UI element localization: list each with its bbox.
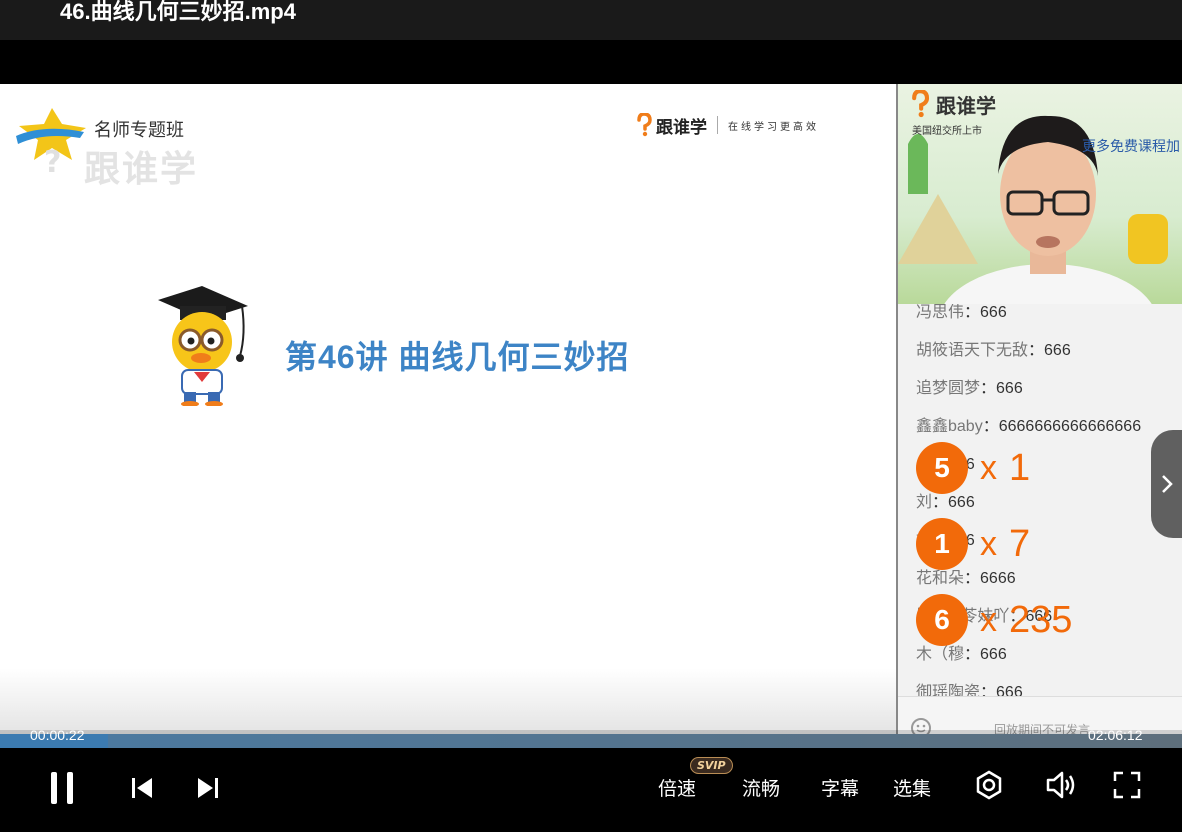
chat-text: 666 (980, 646, 1007, 663)
video-frame[interactable]: ? 名师专题班 跟谁学 跟谁学 在线学习更高效 第46讲 曲线几何三妙招 跟谁学… (0, 84, 1182, 748)
graduate-mascot-icon (158, 286, 248, 406)
fullscreen-icon[interactable] (1113, 771, 1141, 799)
previous-icon[interactable] (130, 776, 154, 800)
combo-count: 7 (1009, 522, 1031, 565)
combo-badge: 6 (916, 594, 968, 646)
chat-message: 御瑶陶瓷：666 (916, 678, 1023, 696)
target-settings-icon[interactable] (974, 770, 1004, 800)
chat-text: 666 (996, 684, 1023, 696)
chat-user-name: 花和朵 (916, 570, 965, 587)
combo-badge: 1 (916, 518, 968, 570)
chevron-right-icon (1161, 475, 1173, 493)
combo-badge: 5 (916, 442, 968, 494)
live-subtitle: 美国纽交所上市 (912, 126, 982, 137)
chat-message: 鑫鑫baby：6666666666666666 (916, 412, 1141, 436)
chat-colon: ： (980, 380, 997, 397)
progress-bar[interactable] (0, 730, 1182, 748)
quality-button[interactable]: 流畅 (742, 774, 780, 801)
chat-text: 6666 (980, 570, 1016, 587)
lecture-slide: ? 名师专题班 跟谁学 跟谁学 在线学习更高效 第46讲 曲线几何三妙招 (0, 84, 896, 748)
episodes-button[interactable]: 选集 (893, 774, 931, 801)
combo-multiplier: x (980, 524, 997, 563)
star-mascot-icon: ? (16, 108, 86, 180)
combo-count: 1 (1009, 446, 1031, 489)
chat-user-name: 追梦圆梦 (916, 380, 981, 397)
subtitle-button[interactable]: 字幕 (821, 774, 859, 801)
speed-button[interactable]: 倍速 (658, 774, 696, 801)
chat-colon: ： (964, 304, 981, 321)
gift-combo: 6 x 235 (916, 594, 1072, 646)
chat-message: 胡筱语天下无敌：666 (916, 336, 1071, 360)
program-label: 名师专题班 (94, 120, 184, 140)
live-panel: 跟谁学 美国纽交所上市 更多免费课程加 冯思伟：666 胡筱语天下无敌：666 追梦… (896, 84, 1182, 748)
control-bar: 倍速 SVIP 流畅 字幕 选集 (0, 748, 1182, 832)
chat-message: 追梦圆梦：666 (916, 374, 1023, 398)
brand-watermark: 跟谁学 (84, 149, 199, 190)
chat-user-name: 鑫鑫baby (916, 418, 983, 435)
next-icon[interactable] (196, 776, 220, 800)
promo-text: 更多免费课程加 (1082, 139, 1180, 155)
combo-count: 235 (1009, 598, 1073, 641)
progress-track (0, 734, 1182, 748)
program-logo: ? 名师专题班 跟谁学 (14, 106, 214, 190)
chat-text: 666 (996, 380, 1023, 397)
expand-panel-button[interactable] (1151, 430, 1182, 538)
brand-slogan: 在线学习更高效 (728, 121, 819, 133)
chat-message: 冯思伟：666 (916, 304, 1007, 322)
chat-user-name: 冯思伟 (916, 304, 965, 321)
chat-user-name: 胡筱语天下无敌 (916, 342, 1029, 359)
volume-icon[interactable] (1045, 770, 1077, 800)
svip-badge: SVIP (690, 757, 733, 774)
question-mark-logo-icon (912, 90, 930, 118)
combo-multiplier: x (980, 448, 997, 487)
brand-name: 跟谁学 (656, 117, 707, 138)
title-bar: 46.曲线几何三妙招.mp4 (0, 0, 1182, 40)
chat-user-name: 御瑶陶瓷 (916, 684, 981, 696)
combo-multiplier: x (980, 600, 997, 639)
chat-colon: ： (982, 418, 999, 435)
question-mark-logo-icon (637, 113, 652, 137)
chat-text: 666 (948, 494, 975, 511)
lecture-title: 第46讲 曲线几何三妙招 (285, 339, 630, 375)
chat-user-name: 刘 (916, 494, 933, 511)
svg-text:?: ? (44, 145, 61, 176)
teacher-camera: 跟谁学 美国纽交所上市 更多免费课程加 (898, 84, 1182, 304)
brand-divider (717, 116, 718, 134)
chat-user-name: 木（穆 (916, 646, 965, 663)
pause-icon[interactable] (48, 770, 76, 806)
live-brand: 跟谁学 (936, 94, 996, 118)
chat-colon: ： (964, 570, 981, 587)
gift-combo: 1x7 (916, 518, 1030, 570)
gift-combo: 5x1 (916, 442, 1030, 494)
chat-colon: ： (932, 494, 949, 511)
total-time: 02:06:12 (1088, 727, 1143, 743)
video-title: 46.曲线几何三妙招.mp4 (60, 0, 296, 24)
brand-header: 跟谁学 在线学习更高效 (636, 110, 819, 140)
current-time: 00:00:22 (30, 727, 85, 743)
chat-colon: ： (980, 684, 997, 696)
chat-colon: ： (964, 646, 981, 663)
chat-list[interactable]: 冯思伟：666 胡筱语天下无敌：666 追梦圆梦：666 鑫鑫baby：6666666… (898, 304, 1182, 696)
chat-text: 666 (1044, 342, 1071, 359)
chat-colon: ： (1028, 342, 1045, 359)
chat-text: 666 (980, 304, 1007, 321)
chat-text: 6666666666666666 (998, 418, 1142, 435)
